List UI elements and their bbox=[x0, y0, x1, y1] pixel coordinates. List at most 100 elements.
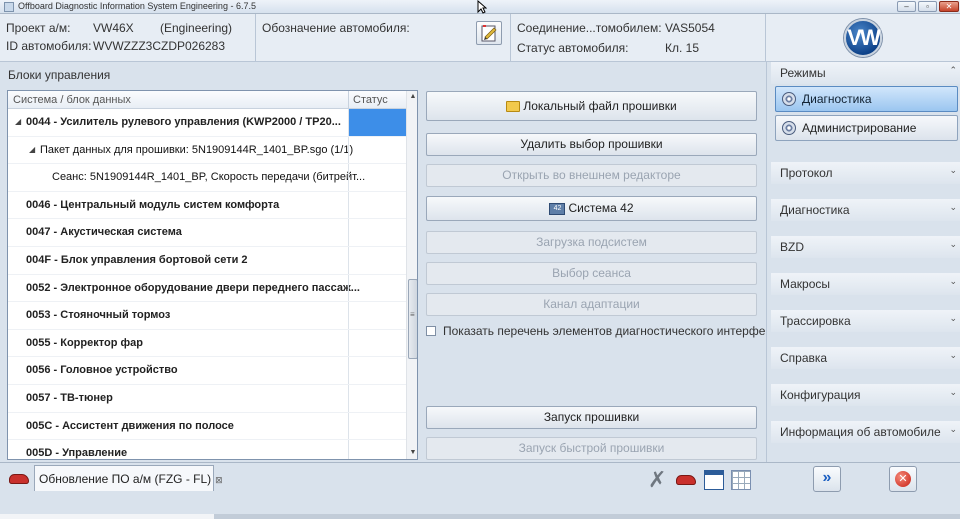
maximize-button[interactable]: ▫ bbox=[918, 1, 937, 12]
tree-row[interactable]: 0057 - ТВ-тюнер bbox=[8, 384, 406, 413]
control-units-tree[interactable]: Система / блок данных Статус ◢ 0044 - Уси… bbox=[7, 90, 418, 460]
tree-row-status bbox=[348, 109, 406, 136]
sidebar-section-header[interactable]: Протокол ⌄ bbox=[771, 162, 960, 184]
minimize-button[interactable]: – bbox=[897, 1, 916, 12]
tree-row[interactable]: 0046 - Центральный модуль систем комфорт… bbox=[8, 191, 406, 220]
adaptation-channel-button[interactable]: Канал адаптации bbox=[426, 293, 757, 316]
app-icon bbox=[4, 2, 14, 12]
column-divider[interactable] bbox=[348, 91, 349, 109]
project-value: VW46X bbox=[93, 21, 134, 35]
tree-row-status bbox=[348, 412, 406, 440]
mode-admin-button[interactable]: Администрирование bbox=[775, 115, 958, 141]
tree-row[interactable]: 004F - Блок управления бортовой сети 2 bbox=[8, 246, 406, 275]
tree-row-status bbox=[348, 136, 406, 164]
modes-sidebar: Режимы ⌃ Диагностика Администрирование П… bbox=[766, 62, 960, 462]
tree-row[interactable]: ◢ 0044 - Усилитель рулевого управления (K… bbox=[8, 109, 406, 137]
horizontal-scrollbar[interactable] bbox=[0, 514, 960, 519]
project-mode: (Engineering) bbox=[160, 21, 233, 35]
tab-close-icon[interactable]: ⊠ bbox=[215, 475, 223, 485]
vw-logo: VW bbox=[844, 19, 882, 57]
connection-section: Соединение...томобилем: VAS5054 Статус а… bbox=[511, 14, 766, 62]
tree-row[interactable]: ◢ Пакет данных для прошивки: 5N1909144R_1… bbox=[8, 136, 406, 165]
tree-row-label: 005C - Ассистент движения по полосе bbox=[26, 419, 234, 432]
tree-row-status bbox=[348, 274, 406, 302]
tree-row-status bbox=[348, 329, 406, 357]
tools-x-icon[interactable]: ✗ bbox=[648, 469, 668, 491]
collapse-chevron-icon: ⌃ bbox=[949, 65, 957, 75]
edit-designation-button[interactable] bbox=[476, 21, 502, 45]
vehicle-icon[interactable] bbox=[676, 475, 696, 485]
admin-mode-icon bbox=[782, 121, 796, 135]
load-subsystems-button[interactable]: Загрузка подсистем bbox=[426, 231, 757, 254]
expand-chevron-icon: ⌄ bbox=[949, 239, 957, 249]
sidebar-section-header[interactable]: Макросы ⌄ bbox=[771, 273, 960, 295]
tree-row[interactable]: 0047 - Акустическая система bbox=[8, 219, 406, 247]
sidebar-section-label: Конфигурация bbox=[780, 388, 861, 402]
sidebar-section-label: Справка bbox=[780, 351, 828, 365]
tab-firmware-update[interactable]: Обновление ПО а/м (FZG - FL) ⊠ bbox=[34, 465, 223, 491]
designation-label: Обозначение автомобиля: bbox=[262, 21, 410, 35]
scroll-up-arrow-icon[interactable]: ▲ bbox=[407, 91, 417, 103]
tree-row-label: 0046 - Центральный модуль систем комфорт… bbox=[26, 198, 280, 211]
mouse-cursor-icon bbox=[477, 0, 487, 14]
cancel-button[interactable]: ✕ bbox=[889, 466, 917, 492]
delete-selection-button[interactable]: Удалить выбор прошивки bbox=[426, 133, 757, 156]
edit-note-icon bbox=[481, 25, 497, 42]
tree-row[interactable]: 0053 - Стояночный тормоз bbox=[8, 302, 406, 330]
tree-row-label: 005D - Управление bbox=[26, 447, 128, 460]
diagnostics-mode-icon bbox=[782, 92, 796, 106]
sidebar-section-header[interactable]: BZD ⌄ bbox=[771, 236, 960, 258]
tree-row[interactable]: Сеанс: 5N1909144R_1401_BP, Скорость пере… bbox=[8, 164, 406, 192]
tree-row-status bbox=[348, 191, 406, 219]
tree-row-status bbox=[348, 357, 406, 384]
sidebar-section-header[interactable]: Диагностика ⌄ bbox=[771, 199, 960, 221]
expand-triangle-icon[interactable]: ◢ bbox=[29, 145, 35, 154]
tree-row[interactable]: 0055 - Корректор фар bbox=[8, 329, 406, 358]
close-button[interactable]: ✕ bbox=[939, 1, 959, 12]
sidebar-section-label: Трассировка bbox=[780, 314, 851, 328]
expand-chevron-icon: ⌄ bbox=[949, 350, 957, 360]
modes-label: Режимы bbox=[780, 66, 826, 80]
modes-header[interactable]: Режимы ⌃ bbox=[771, 62, 960, 84]
scroll-thumb[interactable] bbox=[408, 279, 417, 359]
tree-row-label: 0056 - Головное устройство bbox=[26, 364, 178, 377]
open-external-editor-button[interactable]: Открыть во внешнем редакторе bbox=[426, 164, 757, 187]
sidebar-section-header[interactable]: Справка ⌄ bbox=[771, 347, 960, 369]
expand-triangle-icon[interactable]: ◢ bbox=[15, 117, 21, 126]
tree-vertical-scrollbar[interactable]: ▲ ▼ bbox=[406, 91, 417, 459]
window-check-icon[interactable] bbox=[704, 470, 724, 490]
system42-icon: 42 bbox=[549, 202, 566, 215]
mode-diagnostics-button[interactable]: Диагностика bbox=[775, 86, 958, 112]
start-quick-flash-button[interactable]: Запуск быстрой прошивки bbox=[426, 437, 757, 460]
select-session-button[interactable]: Выбор сеанса bbox=[426, 262, 757, 285]
scroll-down-arrow-icon[interactable]: ▼ bbox=[407, 447, 417, 459]
sidebar-section-label: Протокол bbox=[780, 166, 833, 180]
forward-button[interactable]: » bbox=[813, 466, 841, 492]
expand-chevron-icon: ⌄ bbox=[949, 313, 957, 323]
tree-row-label: Пакет данных для прошивки: 5N1909144R_14… bbox=[40, 143, 354, 156]
tree-rows: ◢ 0044 - Усилитель рулевого управления (K… bbox=[8, 109, 406, 460]
sidebar-section-header[interactable]: Конфигурация ⌄ bbox=[771, 384, 960, 406]
sidebar-section-header[interactable]: Информация об автомобиле ⌄ bbox=[771, 421, 960, 443]
tree-row-label: 0044 - Усилитель рулевого управления (KW… bbox=[26, 116, 341, 128]
grid-icon[interactable] bbox=[731, 470, 751, 490]
tree-row[interactable]: 0056 - Головное устройство bbox=[8, 357, 406, 385]
tree-row-label: 0055 - Корректор фар bbox=[26, 336, 143, 349]
project-label: Проект а/м: bbox=[6, 21, 71, 35]
show-diag-list-checkbox[interactable] bbox=[426, 326, 436, 336]
tree-row-label: Сеанс: 5N1909144R_1401_BP, Скорость пере… bbox=[52, 171, 366, 184]
sidebar-section-header[interactable]: Трассировка ⌄ bbox=[771, 310, 960, 332]
start-flash-button[interactable]: Запуск прошивки bbox=[426, 406, 757, 429]
tree-row[interactable]: 0052 - Электронное оборудование двери пе… bbox=[8, 274, 406, 303]
vehicle-state-value: Кл. 15 bbox=[665, 41, 700, 55]
tree-row-label: 004F - Блок управления бортовой сети 2 bbox=[26, 253, 248, 266]
local-file-button[interactable]: Локальный файл прошивки bbox=[426, 91, 757, 121]
system42-button[interactable]: 42 Система 42 bbox=[426, 196, 757, 221]
tree-row[interactable]: 005C - Ассистент движения по полосе bbox=[8, 412, 406, 441]
sidebar-section-label: BZD bbox=[780, 240, 804, 254]
column-system[interactable]: Система / блок данных bbox=[13, 94, 131, 106]
tree-header: Система / блок данных Статус bbox=[8, 91, 406, 109]
tree-row[interactable]: 005D - Управление bbox=[8, 440, 406, 460]
vehicle-info-header: Проект а/м: VW46X (Engineering) ID автом… bbox=[0, 14, 960, 62]
column-status[interactable]: Статус bbox=[353, 94, 388, 106]
